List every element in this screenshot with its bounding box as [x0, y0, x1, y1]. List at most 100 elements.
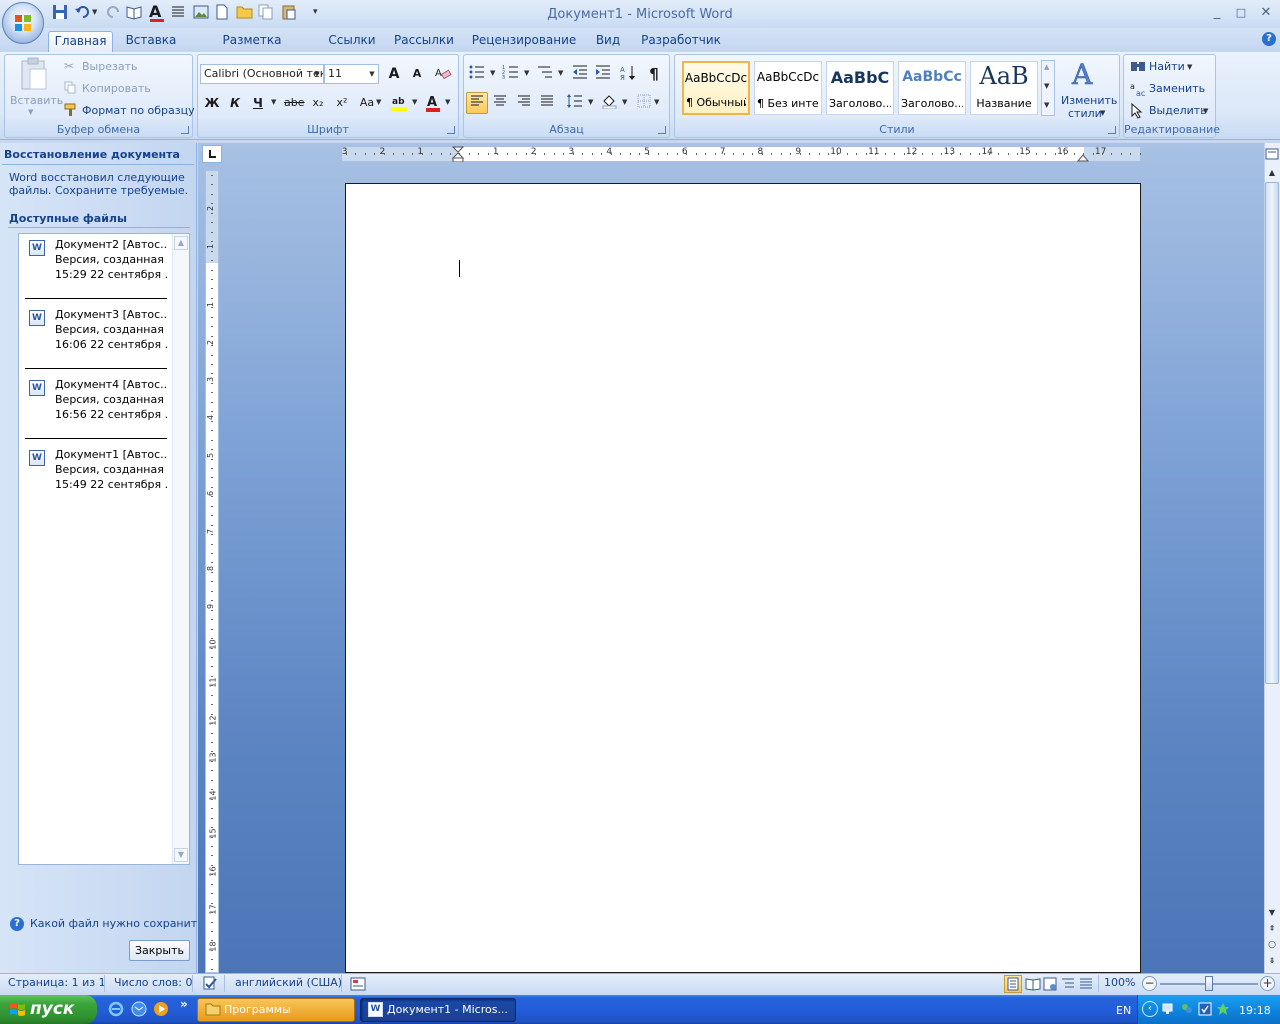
multilevel-dropdown-icon[interactable]: ▼: [558, 69, 563, 77]
internet-explorer-icon[interactable]: [108, 1001, 124, 1017]
right-indent-marker-icon[interactable]: [1076, 150, 1090, 162]
change-styles-icon[interactable]: A: [1068, 56, 1106, 92]
recovered-file-item[interactable]: W Документ1 [Автос... Версия, созданная …: [25, 446, 169, 510]
font-color-icon[interactable]: A: [422, 92, 444, 114]
select-button[interactable]: Выделить: [1149, 104, 1207, 117]
shrink-font-button[interactable]: A: [406, 63, 428, 85]
underline-button[interactable]: Ч: [247, 92, 269, 114]
font-color-dropdown-icon[interactable]: ▼: [445, 98, 450, 106]
chevron-down-icon[interactable]: ▼: [311, 65, 323, 83]
align-right-icon[interactable]: [513, 92, 535, 114]
more-styles-icon[interactable]: ▼: [1044, 101, 1049, 109]
styles-gallery-scroll[interactable]: ▲ ▼ ▼: [1041, 60, 1055, 116]
shading-dropdown-icon[interactable]: ▼: [622, 98, 627, 106]
maximize-button[interactable]: □: [1230, 4, 1252, 22]
select-dropdown-icon[interactable]: ▼: [1203, 107, 1208, 115]
view-ruler-icon[interactable]: [1265, 147, 1279, 161]
font-name-combo[interactable]: Calibri (Основной текст) ▼: [200, 64, 324, 84]
bold-button[interactable]: Ж: [201, 92, 223, 114]
style-heading-1[interactable]: AaBbC Заголово...: [826, 61, 894, 115]
subscript-button[interactable]: x₂: [307, 92, 329, 114]
quick-launch-more-icon[interactable]: »: [180, 997, 188, 1011]
format-painter-button[interactable]: Формат по образцу: [82, 104, 195, 117]
document-page[interactable]: [345, 183, 1141, 973]
style-normal[interactable]: AaBbCcDc ¶ Обычный: [682, 61, 750, 115]
close-recovery-button[interactable]: Закрыть: [129, 940, 190, 961]
justify-icon[interactable]: [536, 92, 558, 114]
multilevel-list-icon[interactable]: [534, 63, 556, 85]
tab-developer[interactable]: Разработчик: [638, 31, 724, 52]
scroll-up-icon[interactable]: ▲: [174, 236, 188, 250]
paste-icon[interactable]: [18, 57, 50, 91]
network-tray-icon[interactable]: [1162, 1002, 1176, 1016]
recovery-help-link[interactable]: Какой файл нужно сохранить?: [30, 917, 210, 930]
web-layout-icon[interactable]: [1042, 976, 1058, 992]
change-styles-label-2[interactable]: стили: [1068, 107, 1102, 120]
highlight-icon[interactable]: ab: [388, 92, 410, 114]
next-page-icon[interactable]: ⇟: [1265, 955, 1279, 967]
copy-button[interactable]: Копировать: [82, 82, 151, 95]
borders-icon[interactable]: [633, 92, 655, 114]
language-indicator[interactable]: английский (США): [235, 976, 342, 989]
indent-marker-icon[interactable]: [451, 146, 465, 163]
tab-selector[interactable]: [202, 145, 222, 163]
messenger-tray-icon[interactable]: [1180, 1002, 1194, 1016]
spelling-check-icon[interactable]: [201, 976, 219, 992]
superscript-button[interactable]: x²: [331, 92, 353, 114]
borders-dropdown-icon[interactable]: ▼: [654, 98, 659, 106]
show-formatting-marks-button[interactable]: ¶: [643, 63, 665, 85]
style-heading-2[interactable]: AaBbCc Заголово...: [898, 61, 966, 115]
scroll-up-icon[interactable]: ▲: [1265, 166, 1279, 180]
style-no-spacing[interactable]: AaBbCcDc ¶ Без инте...: [754, 61, 822, 115]
increase-indent-icon[interactable]: [592, 63, 614, 85]
change-case-button[interactable]: Aa: [356, 92, 378, 114]
change-styles-dropdown-icon[interactable]: ▼: [1100, 109, 1105, 117]
mail-icon[interactable]: [131, 1001, 147, 1017]
clipboard-dialog-launcher-icon[interactable]: [181, 126, 189, 134]
previous-page-icon[interactable]: ⇞: [1265, 923, 1279, 935]
paste-dropdown-icon[interactable]: ▼: [28, 108, 33, 116]
font-size-combo[interactable]: 11 ▼: [324, 64, 379, 84]
find-dropdown-icon[interactable]: ▼: [1187, 63, 1192, 71]
chevron-down-icon[interactable]: ▼: [366, 65, 378, 83]
strikethrough-button[interactable]: abe: [283, 92, 305, 114]
replace-button[interactable]: Заменить: [1149, 82, 1205, 95]
underline-dropdown-icon[interactable]: ▼: [271, 98, 276, 106]
recovered-file-item[interactable]: W Документ2 [Автос... Версия, созданная …: [25, 236, 169, 300]
tab-mailings[interactable]: Рассылки: [392, 31, 456, 52]
recovered-file-item[interactable]: W Документ4 [Автос... Версия, созданная …: [25, 376, 169, 440]
print-layout-view-icon[interactable]: [1004, 975, 1022, 993]
paragraph-dialog-launcher-icon[interactable]: [658, 126, 666, 134]
scroll-down-icon[interactable]: ▼: [1044, 82, 1049, 90]
tab-review[interactable]: Рецензирование: [470, 31, 578, 52]
zoom-level[interactable]: 100%: [1104, 976, 1135, 989]
scrollbar-thumb[interactable]: [1265, 182, 1279, 684]
shading-icon[interactable]: [599, 92, 621, 114]
italic-button[interactable]: К: [224, 92, 246, 114]
align-left-icon[interactable]: [466, 92, 488, 114]
security-tray-icon[interactable]: [1198, 1002, 1212, 1016]
line-spacing-icon[interactable]: [564, 92, 586, 114]
draft-view-icon[interactable]: [1078, 976, 1094, 992]
numbering-icon[interactable]: 123: [500, 63, 522, 85]
tab-page-layout[interactable]: Разметка страницы: [190, 31, 314, 66]
cut-button[interactable]: Вырезать: [82, 60, 137, 73]
bullets-icon[interactable]: [466, 63, 488, 85]
find-button[interactable]: Найти: [1149, 60, 1185, 73]
page-count[interactable]: Страница: 1 из 1: [8, 976, 106, 989]
recovery-list-scrollbar[interactable]: ▲ ▼: [172, 234, 189, 864]
taskbar-word[interactable]: Документ1 - Micros...: [360, 998, 516, 1022]
scroll-down-icon[interactable]: ▼: [1265, 906, 1279, 920]
macro-record-icon[interactable]: [350, 976, 366, 992]
zoom-in-icon[interactable]: +: [1260, 976, 1275, 991]
zoom-out-icon[interactable]: −: [1142, 976, 1157, 991]
help-icon[interactable]: ?: [1262, 32, 1276, 46]
highlight-dropdown-icon[interactable]: ▼: [412, 98, 417, 106]
line-spacing-dropdown-icon[interactable]: ▼: [588, 98, 593, 106]
outline-view-icon[interactable]: [1060, 976, 1076, 992]
word-count[interactable]: Число слов: 0: [114, 976, 193, 989]
tab-insert[interactable]: Вставка: [122, 31, 180, 52]
office-button[interactable]: [2, 2, 44, 44]
minimize-button[interactable]: _: [1206, 4, 1228, 22]
case-dropdown-icon[interactable]: ▼: [376, 98, 381, 106]
